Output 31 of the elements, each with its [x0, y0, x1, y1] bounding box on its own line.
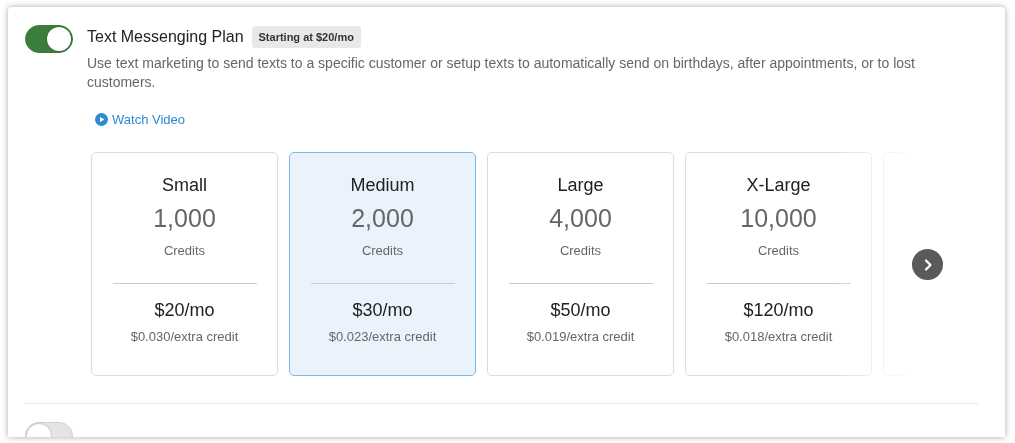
tier-name: X-Large [746, 175, 811, 196]
credit-count: 4,000 [549, 204, 612, 233]
price-badge: Starting at $20/mo [251, 26, 361, 48]
tier-name: Small [162, 175, 207, 196]
tier-card[interactable]: Medium 2,000 Credits $30/mo $0.023/extra credit [289, 152, 476, 376]
tier-card[interactable]: Large 4,000 Credits $50/mo $0.019/extra credit [487, 152, 674, 376]
watch-video-link[interactable]: Watch Video [95, 112, 185, 127]
extra-credit-price: $0.019/extra credit [526, 329, 635, 344]
play-icon [95, 113, 108, 126]
extra-credit-price: $0.030/extra credit [130, 329, 239, 344]
credit-label: Credits [163, 243, 206, 258]
toggle-switch[interactable] [25, 25, 73, 53]
tier-name: Medium [350, 175, 415, 196]
next-button[interactable] [912, 249, 943, 280]
plan-description: Use text marketing to send texts to a specific customer or setup texts to automatically send on birthdays, after appointments, or to lost customers. [87, 54, 916, 92]
credit-count: 2,000 [351, 204, 414, 233]
tier-name: Large [557, 175, 604, 196]
tier-price: $20/mo [154, 300, 215, 321]
tier-price: $30/mo [352, 300, 413, 321]
credit-count: 1,000 [153, 204, 216, 233]
credit-label: Credits [757, 243, 800, 258]
extra-credit-price: $0.018/extra credit [724, 329, 833, 344]
tier-price: $50/mo [550, 300, 611, 321]
tier-card[interactable]: Small 1,000 Credits $20/mo $0.030/extra credit [91, 152, 278, 376]
credit-label: Credits [361, 243, 404, 258]
extra-credit-price: $0.023/extra credit [328, 329, 437, 344]
credit-count: 10,000 [740, 204, 817, 233]
tier-price: $120/mo [743, 300, 814, 321]
tier-card[interactable]: X-Large 10,000 Credits $120/mo $0.018/extra credit [685, 152, 872, 376]
credit-label: Credits [559, 243, 602, 258]
plan-title: Text Messenging Plan [87, 28, 244, 46]
